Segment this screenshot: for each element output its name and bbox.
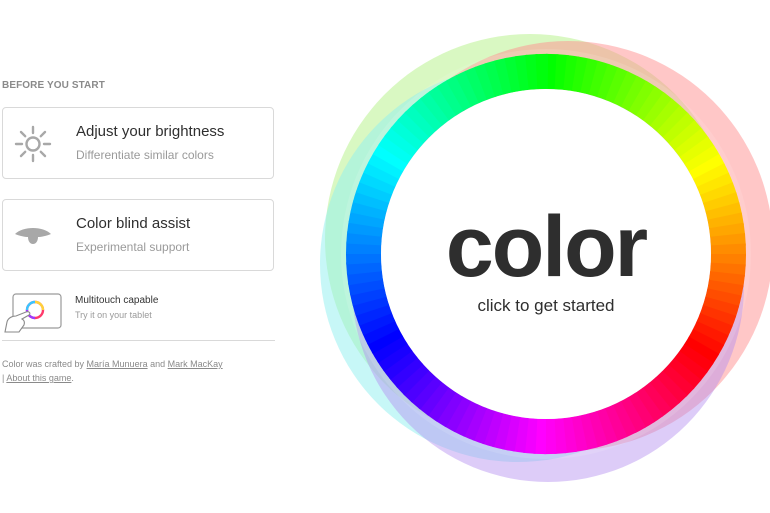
brightness-card[interactable]: Adjust your brightness Differentiate sim… (2, 107, 274, 179)
credits: Color was crafted by María Munuera and M… (2, 357, 277, 385)
credits-and: and (147, 359, 168, 369)
start-screen: BEFORE YOU START Adjust your brightness … (0, 0, 770, 513)
eye-icon (15, 228, 51, 244)
game-logo: color (445, 199, 648, 295)
multitouch-info: Multitouch capable Try it on your tablet (2, 290, 275, 341)
credits-prefix: Color was crafted by (2, 359, 87, 369)
tablet-hand-icon (4, 293, 62, 333)
multitouch-title: Multitouch capable (75, 295, 159, 306)
author-link-maria[interactable]: María Munuera (87, 359, 148, 369)
author-link-mark[interactable]: Mark MacKay (168, 359, 223, 369)
sun-icon (14, 125, 52, 163)
brightness-title: Adjust your brightness (76, 123, 225, 140)
brightness-subtitle: Differentiate similar colors (76, 148, 214, 162)
about-game-link[interactable]: About this game (6, 373, 71, 383)
multitouch-subtitle: Try it on your tablet (75, 310, 152, 320)
colorblind-subtitle: Experimental support (76, 240, 190, 254)
colorblind-title: Color blind assist (76, 215, 191, 232)
get-started-prompt[interactable]: click to get started (320, 296, 770, 316)
before-you-start-heading: BEFORE YOU START (2, 80, 105, 91)
start-color-wheel[interactable]: color click to get started (320, 24, 770, 494)
colorblind-card[interactable]: Color blind assist Experimental support (2, 199, 274, 271)
credits-suffix: . (71, 373, 74, 383)
